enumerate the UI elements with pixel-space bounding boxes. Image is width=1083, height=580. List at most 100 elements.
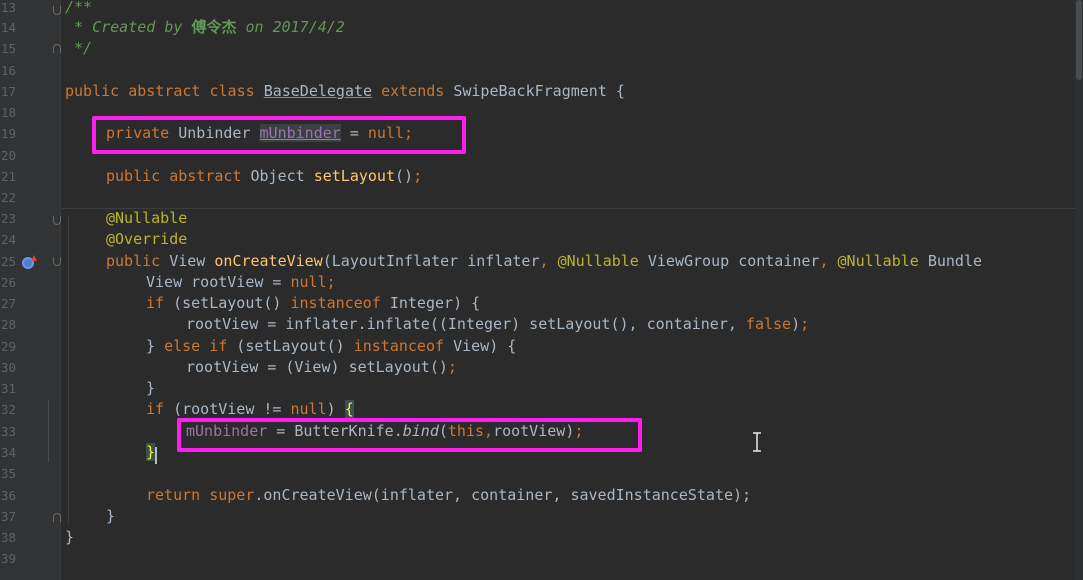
type-name[interactable]: LayoutInflater <box>332 252 458 270</box>
line-number[interactable]: 37 <box>0 506 16 527</box>
line-number[interactable]: 27 <box>0 293 16 314</box>
fold-icon[interactable] <box>53 216 61 225</box>
code-line-13[interactable]: /** <box>65 0 92 18</box>
code-line-38[interactable]: } <box>65 527 74 548</box>
type-name[interactable]: Integer <box>390 294 453 312</box>
keyword: null <box>290 273 327 291</box>
line-number[interactable]: 38 <box>0 527 16 548</box>
type-name[interactable]: ViewGroup <box>648 252 729 270</box>
code-line-31[interactable]: } <box>146 378 155 399</box>
code-line-29[interactable]: } else if (setLayout() instanceof View) … <box>146 336 516 357</box>
comment-text: * <box>65 18 93 36</box>
code-line-17[interactable]: public abstract class BaseDelegate exten… <box>65 81 625 102</box>
method-call[interactable]: inflater.inflate((Integer) setLayout(), … <box>285 315 746 333</box>
keyword: abstract <box>128 82 201 100</box>
code-line-27[interactable]: if (setLayout() instanceof Integer) { <box>146 293 480 314</box>
code-line-14[interactable]: * Created by 傅令杰 on 2017/4/2 <box>65 17 345 38</box>
comment-author: 傅令杰 <box>191 18 237 36</box>
code-line-32[interactable]: if (rootView != null) { <box>146 399 354 420</box>
fold-icon[interactable] <box>53 257 61 266</box>
line-number[interactable]: 32 <box>0 399 16 420</box>
keyword: false <box>745 315 792 333</box>
highlight-box-field-declaration <box>92 116 466 154</box>
type-name[interactable]: View <box>453 337 489 355</box>
type-name[interactable]: View <box>146 273 182 291</box>
line-number[interactable]: 18 <box>0 102 16 123</box>
code-line-30[interactable]: rootView = (View) setLayout(); <box>186 357 457 378</box>
code-line-28[interactable]: rootView = inflater.inflate((Integer) se… <box>186 314 809 335</box>
ibeam-cursor-icon <box>753 432 761 452</box>
text-caret <box>155 447 157 464</box>
line-number[interactable]: 39 <box>0 548 16 569</box>
local-variable[interactable]: rootView <box>186 315 258 333</box>
annotation: @Nullable <box>557 252 639 270</box>
line-number[interactable]: 23 <box>0 208 16 229</box>
method-name[interactable]: onCreateView <box>214 252 322 270</box>
line-number[interactable]: 16 <box>0 60 16 81</box>
local-variable[interactable]: rootView <box>182 400 254 418</box>
keyword: else <box>164 337 201 355</box>
local-variable[interactable]: rootView <box>186 358 258 376</box>
code-line-24[interactable]: @Override <box>106 229 187 250</box>
line-number[interactable]: 21 <box>0 166 16 187</box>
override-gutter-icon[interactable] <box>22 255 37 269</box>
line-number[interactable]: 35 <box>0 463 16 484</box>
highlight-box-bind-call <box>177 418 642 452</box>
line-number[interactable]: 13 <box>0 0 16 18</box>
fold-icon[interactable] <box>53 44 61 53</box>
type-name[interactable]: Bundle <box>928 252 982 270</box>
code-line-26[interactable]: View rootView = null; <box>146 272 336 293</box>
method-call[interactable]: setLayout() <box>349 358 448 376</box>
code-editor[interactable]: 13 14 15 16 17 18 19 20 21 22 23 24 25 26 27 28 29 30 31 32… <box>0 0 1083 580</box>
line-number[interactable]: 22 <box>0 187 16 208</box>
code-line-34[interactable]: } <box>146 442 156 463</box>
type-name[interactable]: View <box>169 252 205 270</box>
comment-date: 2017/4/2 <box>272 18 345 36</box>
fold-icon[interactable] <box>53 513 61 522</box>
keyword: abstract <box>169 167 242 185</box>
local-variable[interactable]: rootView <box>191 273 263 291</box>
code-line-21[interactable]: public abstract Object setLayout(); <box>106 166 422 187</box>
line-number[interactable]: 20 <box>0 145 16 166</box>
line-number[interactable]: 36 <box>0 485 16 506</box>
line-number[interactable]: 30 <box>0 357 16 378</box>
line-number[interactable]: 19 <box>0 123 16 144</box>
line-number[interactable]: 33 <box>0 421 16 442</box>
line-number[interactable]: 25 <box>0 251 16 272</box>
superclass-name[interactable]: SwipeBackFragment <box>453 82 607 100</box>
keyword: public <box>106 252 161 270</box>
comment-text: on <box>245 18 264 36</box>
line-number[interactable]: 29 <box>0 336 16 357</box>
line-number[interactable]: 31 <box>0 378 16 399</box>
method-call[interactable]: setLayout() <box>245 337 344 355</box>
code-line-36[interactable]: return super.onCreateView(inflater, cont… <box>146 485 751 506</box>
line-number[interactable]: 14 <box>0 17 16 38</box>
keyword: if <box>209 337 228 355</box>
line-number[interactable]: 24 <box>0 229 16 250</box>
comment-text: /** <box>65 0 93 16</box>
method-call[interactable]: setLayout() <box>182 294 281 312</box>
line-number[interactable]: 17 <box>0 81 16 102</box>
keyword: return <box>146 486 201 504</box>
parameter[interactable]: container <box>738 252 819 270</box>
fold-icon[interactable] <box>53 6 61 15</box>
code-line-23[interactable]: @Nullable <box>106 208 187 229</box>
code-line-15[interactable]: */ <box>65 38 92 59</box>
vertical-scrollbar[interactable] <box>1075 0 1083 580</box>
scrollbar-thumb[interactable] <box>1076 0 1082 80</box>
class-name[interactable]: BaseDelegate <box>264 82 372 100</box>
type-name[interactable]: Object <box>251 167 305 185</box>
type-name[interactable]: View <box>294 358 330 376</box>
code-line-25[interactable]: public View onCreateView(LayoutInflater … <box>106 251 982 272</box>
keyword: super <box>209 486 255 504</box>
line-number[interactable]: 26 <box>0 272 16 293</box>
line-number-gutter[interactable]: 13 14 15 16 17 18 19 20 21 22 23 24 25 26 27 28 29 30 31 32… <box>0 0 61 580</box>
annotation: @Nullable <box>837 252 919 270</box>
method-call[interactable]: .onCreateView(inflater, container, saved… <box>254 486 751 504</box>
code-line-37[interactable]: } <box>106 506 115 527</box>
line-number[interactable]: 15 <box>0 38 16 59</box>
line-number[interactable]: 34 <box>0 442 16 463</box>
method-name[interactable]: setLayout <box>314 167 395 185</box>
line-number[interactable]: 28 <box>0 314 16 335</box>
parameter[interactable]: inflater <box>467 252 539 270</box>
